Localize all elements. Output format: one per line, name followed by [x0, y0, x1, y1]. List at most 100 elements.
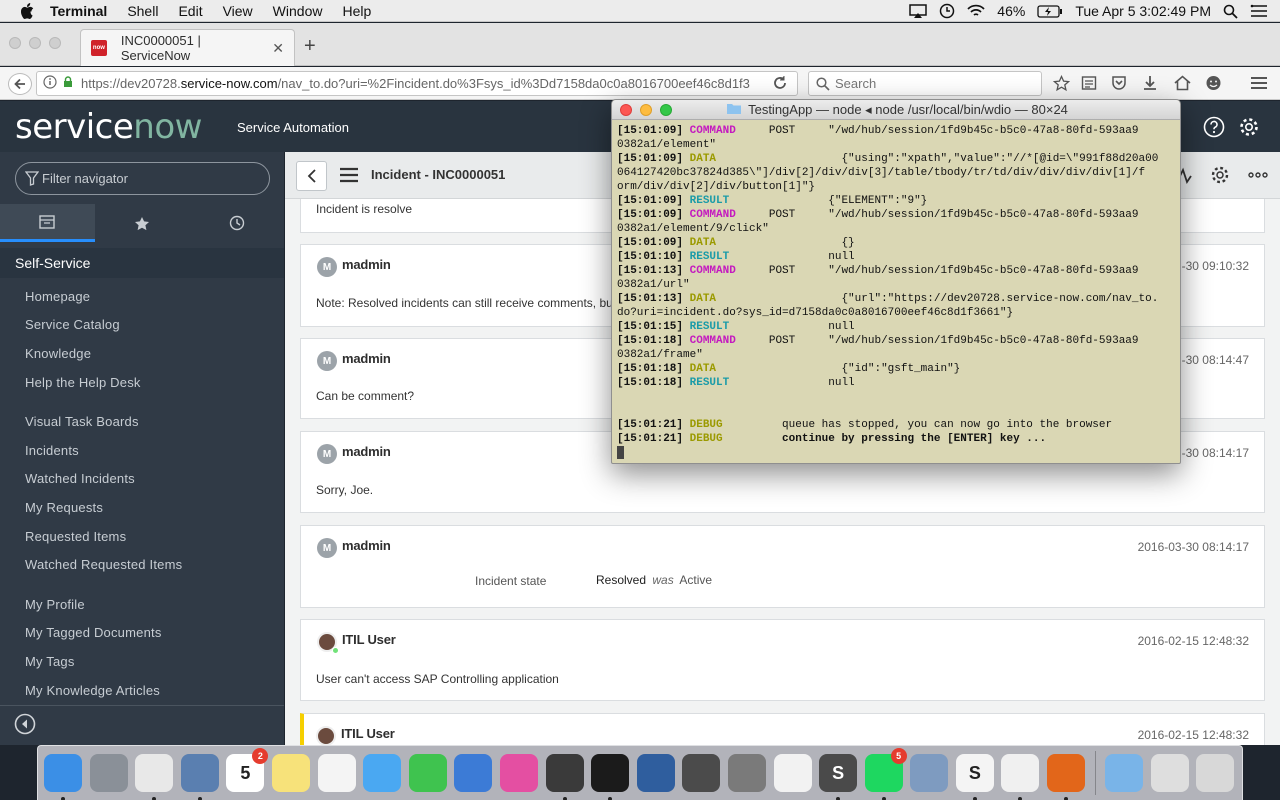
dock-reminders-icon[interactable]	[317, 754, 356, 792]
nav-homepage[interactable]: Homepage	[0, 282, 284, 311]
dock-virtualbox-icon[interactable]	[636, 754, 675, 792]
menubar-clock[interactable]: Tue Apr 5 3:02:49 PM	[1075, 3, 1211, 19]
entry-author[interactable]: madmin	[342, 257, 391, 272]
collapse-navigator-icon[interactable]	[14, 713, 36, 738]
dock-itunes-icon[interactable]	[499, 754, 538, 792]
menu-app-terminal[interactable]: Terminal	[50, 3, 107, 19]
dock-keynote-icon[interactable]	[454, 754, 493, 792]
dock-slack-icon[interactable]: S	[955, 754, 994, 800]
terminal-close-button[interactable]	[620, 104, 632, 116]
bookmark-star-icon[interactable]	[1053, 75, 1070, 92]
terminal-titlebar[interactable]: TestingApp — node ◂ node /usr/local/bin/…	[612, 100, 1180, 120]
back-button[interactable]	[296, 161, 327, 191]
nav-requested-items[interactable]: Requested Items	[0, 522, 284, 551]
home-icon[interactable]	[1174, 75, 1191, 91]
menu-view[interactable]: View	[223, 3, 253, 19]
section-self-service[interactable]: Self-Service	[0, 248, 284, 278]
terminal-zoom-button[interactable]	[660, 104, 672, 116]
download-icon[interactable]	[1142, 75, 1158, 91]
dock-spotify-icon[interactable]: 5	[864, 748, 907, 800]
tab-favorites[interactable]	[95, 204, 190, 242]
dock-preview-icon[interactable]	[180, 754, 219, 800]
nav-watched-requested-items[interactable]: Watched Requested Items	[0, 550, 284, 579]
dock-textedit-icon[interactable]	[773, 754, 812, 792]
dock-applications-icon[interactable]	[1105, 754, 1144, 792]
airplay-icon[interactable]	[909, 3, 928, 19]
window-close-button[interactable]	[9, 37, 21, 49]
pocket-icon[interactable]	[1111, 75, 1127, 91]
dock-firefox-icon[interactable]	[1047, 754, 1086, 800]
nav-my-tagged-documents[interactable]: My Tagged Documents	[0, 619, 284, 648]
filter-navigator-input[interactable]: Filter navigator	[15, 162, 270, 195]
nav-my-requests[interactable]: My Requests	[0, 493, 284, 522]
terminal-minimize-button[interactable]	[640, 104, 652, 116]
entry-author[interactable]: ITIL User	[342, 632, 396, 647]
menu-window[interactable]: Window	[273, 3, 323, 19]
entry-author[interactable]: ITIL User	[341, 726, 395, 741]
entry-author[interactable]: madmin	[342, 538, 391, 553]
menu-edit[interactable]: Edit	[178, 3, 202, 19]
timemachine-icon[interactable]	[939, 3, 955, 19]
menu-shell[interactable]: Shell	[127, 3, 158, 19]
dock-sublime-text-icon[interactable]: S	[819, 754, 858, 800]
nav-visual-task-boards[interactable]: Visual Task Boards	[0, 407, 284, 436]
servicenow-logo[interactable]: servicenow	[15, 109, 202, 145]
notification-center-icon[interactable]	[1250, 4, 1268, 18]
new-tab-button[interactable]: +	[304, 35, 316, 58]
spotlight-icon[interactable]	[1223, 4, 1238, 19]
window-minimize-button[interactable]	[29, 37, 41, 49]
reload-icon[interactable]	[772, 75, 788, 91]
wifi-icon[interactable]	[967, 4, 985, 18]
log-text: 0382a1/frame"	[617, 349, 703, 361]
tab-history[interactable]	[189, 204, 284, 242]
nav-my-knowledge-articles[interactable]: My Knowledge Articles	[0, 676, 284, 705]
form-settings-gear-icon[interactable]	[1210, 165, 1230, 188]
header-settings-gear-icon[interactable]	[1238, 116, 1260, 141]
menu-help[interactable]: Help	[342, 3, 371, 19]
nav-knowledge[interactable]: Knowledge	[0, 339, 284, 368]
entry-author[interactable]: madmin	[342, 444, 391, 459]
dock-downloads-icon[interactable]	[1150, 754, 1189, 792]
apple-icon[interactable]	[20, 2, 38, 20]
info-icon[interactable]	[43, 75, 57, 92]
more-options-icon[interactable]	[1247, 166, 1269, 187]
dock-messages-icon[interactable]	[363, 754, 402, 792]
battery-percent[interactable]: 46%	[997, 3, 1025, 19]
dock-calendar-icon[interactable]: 52	[226, 748, 269, 792]
browser-menu-icon[interactable]	[1250, 76, 1268, 90]
entry-author[interactable]: madmin	[342, 351, 391, 366]
nav-my-tags[interactable]: My Tags	[0, 647, 284, 676]
dock-notes-icon[interactable]	[271, 754, 310, 792]
battery-icon[interactable]	[1037, 4, 1063, 18]
dock-image-capture-icon[interactable]	[910, 754, 949, 792]
nav-help-the-help-desk[interactable]: Help the Help Desk	[0, 368, 284, 397]
terminal-output[interactable]: [15:01:09] COMMAND POST "/wd/hub/session…	[617, 124, 1177, 460]
dock-launchpad-icon[interactable]	[89, 754, 128, 792]
nav-watched-incidents[interactable]: Watched Incidents	[0, 465, 284, 494]
dock-screen-icon[interactable]	[682, 754, 721, 792]
dock-sequel-icon[interactable]	[545, 754, 584, 800]
dock-finder-icon[interactable]	[44, 754, 82, 800]
dock-chrome-icon[interactable]	[135, 754, 174, 800]
tab-all-applications[interactable]	[0, 204, 95, 242]
window-zoom-button[interactable]	[49, 37, 61, 49]
dock-system-preferences-icon[interactable]	[727, 754, 766, 792]
back-arrow-icon[interactable]	[8, 73, 32, 95]
hello-chat-icon[interactable]	[1205, 75, 1222, 91]
help-icon[interactable]	[1203, 116, 1225, 141]
tab-close-icon[interactable]: ✕	[272, 40, 284, 57]
dock-trash-icon[interactable]	[1196, 754, 1235, 792]
nav-service-catalog[interactable]: Service Catalog	[0, 311, 284, 340]
dock-facetime-icon[interactable]	[408, 754, 447, 792]
dock-terminal-icon[interactable]	[591, 754, 630, 800]
reading-list-icon[interactable]	[1081, 75, 1097, 91]
search-input[interactable]: Search	[808, 71, 1042, 96]
nav-my-profile[interactable]: My Profile	[0, 590, 284, 619]
nav-incidents[interactable]: Incidents	[0, 436, 284, 465]
url-bar[interactable]: https://dev20728. service-now.com/nav_to.…	[36, 71, 798, 96]
context-menu-icon[interactable]	[339, 167, 359, 186]
browser-tab-active[interactable]: now INC0000051 | ServiceNow ✕	[80, 29, 295, 66]
dock-java-icon[interactable]	[1001, 754, 1040, 800]
terminal-window[interactable]: TestingApp — node ◂ node /usr/local/bin/…	[611, 99, 1181, 464]
